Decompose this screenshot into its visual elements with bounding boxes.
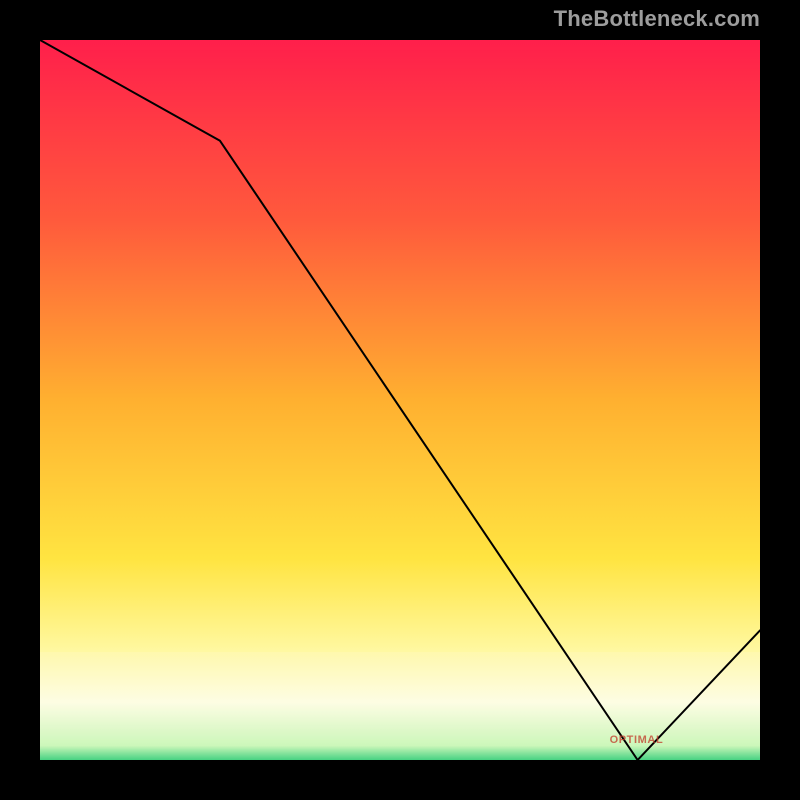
plot-area: OPTIMAL — [40, 40, 760, 760]
bottleneck-curve — [40, 40, 760, 760]
chart-container: TheBottleneck.com OPTIMAL — [0, 0, 800, 800]
watermark-text: TheBottleneck.com — [554, 6, 760, 32]
